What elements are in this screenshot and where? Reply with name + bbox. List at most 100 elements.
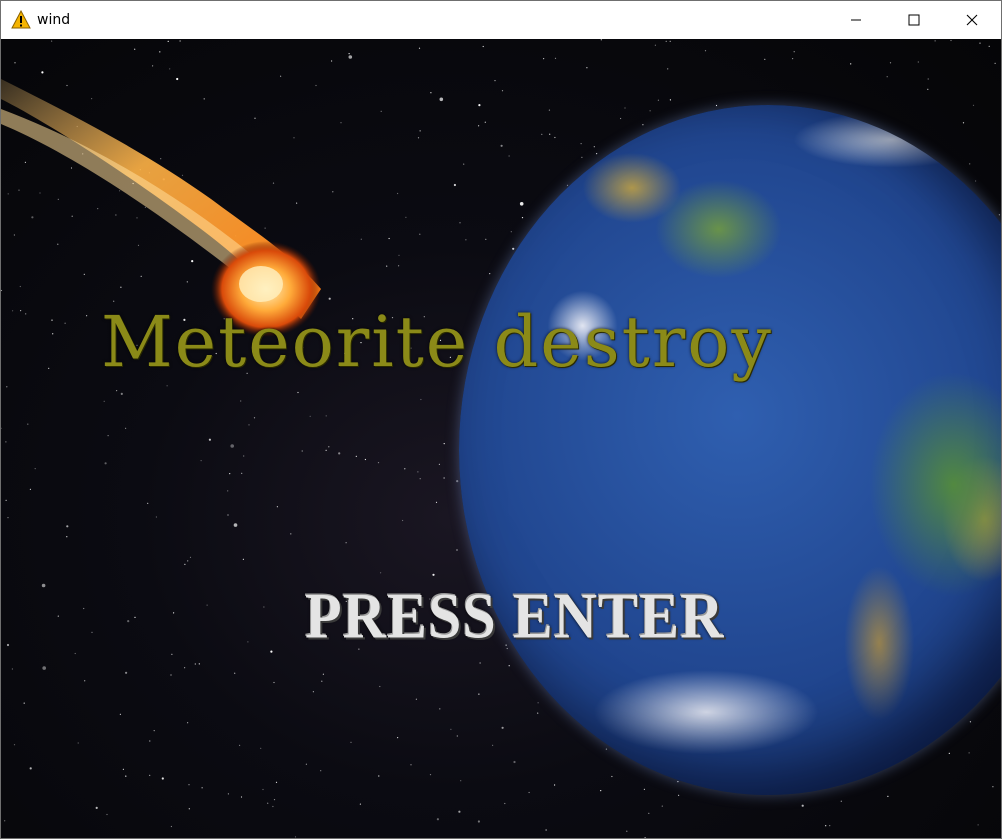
star	[605, 748, 608, 750]
star	[66, 536, 68, 538]
star	[83, 607, 85, 610]
star	[948, 752, 950, 755]
star	[417, 137, 420, 139]
star	[248, 424, 250, 426]
minimize-button[interactable]	[827, 1, 885, 39]
star	[7, 517, 9, 519]
star	[969, 721, 972, 723]
star	[418, 47, 421, 49]
star	[103, 400, 105, 402]
star	[125, 775, 127, 777]
star	[122, 768, 124, 770]
star	[537, 712, 539, 714]
game-canvas[interactable]: Meteorite destroy PRESS ENTER	[1, 39, 1001, 838]
star	[450, 728, 452, 730]
star	[669, 40, 671, 42]
star	[355, 455, 357, 457]
star	[992, 786, 994, 788]
star	[969, 163, 971, 165]
star	[270, 650, 273, 653]
star	[501, 726, 504, 729]
star	[482, 45, 484, 48]
maximize-button[interactable]	[885, 1, 943, 39]
star	[322, 673, 324, 675]
star	[206, 604, 208, 606]
star	[600, 39, 602, 41]
star	[972, 104, 975, 106]
star	[23, 702, 25, 704]
star	[458, 810, 461, 813]
star	[554, 136, 556, 139]
close-button[interactable]	[943, 1, 1001, 39]
star	[198, 663, 200, 665]
star	[359, 803, 361, 805]
star	[233, 523, 238, 527]
star	[240, 796, 243, 798]
star	[147, 502, 149, 504]
star	[453, 183, 456, 187]
star	[415, 698, 417, 700]
star	[543, 58, 545, 60]
star	[127, 620, 130, 623]
star	[170, 674, 172, 676]
star	[155, 516, 157, 518]
star	[125, 427, 127, 429]
star	[242, 558, 244, 560]
title-bar[interactable]: wind	[1, 1, 1001, 39]
star	[227, 514, 229, 516]
star	[715, 104, 718, 107]
star	[116, 390, 118, 392]
star	[665, 40, 667, 42]
star	[998, 214, 1001, 216]
star	[889, 62, 892, 64]
star	[410, 764, 412, 766]
star	[107, 435, 109, 437]
star	[840, 800, 842, 802]
star	[273, 799, 276, 801]
star	[477, 820, 480, 823]
star	[325, 415, 327, 417]
star	[386, 265, 388, 267]
star	[398, 254, 400, 256]
star	[29, 767, 32, 770]
star	[276, 506, 278, 508]
star	[508, 665, 510, 667]
star	[364, 458, 366, 461]
star	[297, 391, 299, 394]
star	[528, 791, 530, 794]
star	[253, 417, 256, 419]
game-window: wind Meteorite destroy PRESS ENTER	[0, 0, 1002, 839]
star	[187, 560, 189, 562]
star	[624, 107, 626, 109]
star	[521, 217, 524, 219]
star	[657, 99, 660, 101]
star	[979, 42, 981, 44]
star	[443, 477, 445, 479]
star	[887, 795, 889, 798]
star	[541, 133, 543, 135]
star	[153, 730, 155, 732]
star	[260, 747, 262, 749]
star	[432, 573, 435, 576]
star	[417, 471, 419, 473]
star	[194, 663, 196, 665]
star	[230, 444, 234, 448]
star	[456, 735, 458, 737]
star	[927, 88, 929, 90]
star	[661, 805, 663, 807]
game-title: Meteorite destroy	[101, 301, 773, 383]
star	[537, 702, 539, 704]
star	[510, 231, 512, 233]
star	[34, 468, 36, 470]
star	[580, 143, 582, 145]
star	[125, 671, 128, 674]
star	[41, 583, 46, 588]
star	[273, 681, 275, 684]
star	[170, 825, 172, 828]
star	[5, 499, 7, 501]
star	[478, 693, 480, 695]
minimize-icon	[851, 19, 861, 21]
star	[611, 775, 613, 778]
star	[106, 813, 108, 816]
star	[485, 238, 487, 240]
